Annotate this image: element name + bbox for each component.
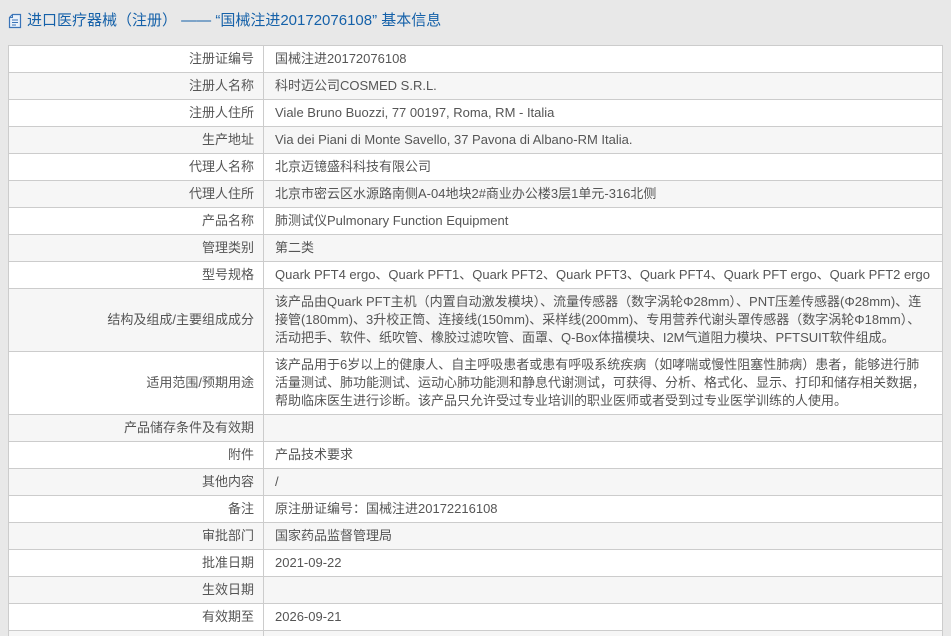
table-row: 注册人住所 Viale Bruno Buozzi, 77 00197, Roma… (9, 100, 943, 127)
row-value: 北京迈镱盛科科技有限公司 (264, 154, 943, 181)
row-label: 结构及组成/主要组成成分 (9, 289, 264, 352)
row-label: 注册人名称 (9, 73, 264, 100)
table-row: 适用范围/预期用途 该产品用于6岁以上的健康人、自主呼吸患者或患有呼吸系统疾病（… (9, 352, 943, 415)
row-label: 生效日期 (9, 577, 264, 604)
table-row: 有效期至 2026-09-21 (9, 604, 943, 631)
row-value (264, 631, 943, 636)
row-label: 适用范围/预期用途 (9, 352, 264, 415)
table-row: 代理人名称 北京迈镱盛科科技有限公司 (9, 154, 943, 181)
registration-info-table-container: 注册证编号 国械注进20172076108 注册人名称 科时迈公司COSMED … (8, 45, 943, 636)
row-value: 科时迈公司COSMED S.R.L. (264, 73, 943, 100)
table-row: 批准日期 2021-09-22 (9, 550, 943, 577)
registration-info-table: 注册证编号 国械注进20172076108 注册人名称 科时迈公司COSMED … (8, 45, 943, 636)
table-row: 产品名称 肺测试仪Pulmonary Function Equipment (9, 208, 943, 235)
table-row: 注册人名称 科时迈公司COSMED S.R.L. (9, 73, 943, 100)
row-label: 注册人住所 (9, 100, 264, 127)
row-value: 该产品用于6岁以上的健康人、自主呼吸患者或患有呼吸系统疾病（如哮喘或慢性阻塞性肺… (264, 352, 943, 415)
row-value: 国家药品监督管理局 (264, 523, 943, 550)
row-value (264, 577, 943, 604)
row-value (264, 415, 943, 442)
table-row: 注册证编号 国械注进20172076108 (9, 46, 943, 73)
row-label: 其他内容 (9, 469, 264, 496)
table-row: 产品储存条件及有效期 (9, 415, 943, 442)
table-row: 管理类别 第二类 (9, 235, 943, 262)
row-value: Via dei Piani di Monte Savello, 37 Pavon… (264, 127, 943, 154)
row-value: 第二类 (264, 235, 943, 262)
table-row: 其他内容 / (9, 469, 943, 496)
row-value: 该产品由Quark PFT主机（内置自动激发模块）、流量传感器（数字涡轮Φ28m… (264, 289, 943, 352)
row-label: 有效期至 (9, 604, 264, 631)
table-row: 生效日期 (9, 577, 943, 604)
row-value: 产品技术要求 (264, 442, 943, 469)
document-icon (8, 13, 22, 29)
row-label: 审批部门 (9, 523, 264, 550)
page-title-text: 进口医疗器械（注册） —— “国械注进20172076108” 基本信息 (27, 11, 441, 31)
row-label: 生产地址 (9, 127, 264, 154)
table-row: 生产地址 Via dei Piani di Monte Savello, 37 … (9, 127, 943, 154)
table-row: 型号规格 Quark PFT4 ergo、Quark PFT1、Quark PF… (9, 262, 943, 289)
row-label (9, 631, 264, 636)
row-label: 型号规格 (9, 262, 264, 289)
row-value: / (264, 469, 943, 496)
row-value: 国械注进20172076108 (264, 46, 943, 73)
row-label: 备注 (9, 496, 264, 523)
row-label: 注册证编号 (9, 46, 264, 73)
page-header: 进口医疗器械（注册） —— “国械注进20172076108” 基本信息 (0, 0, 951, 37)
row-label: 产品储存条件及有效期 (9, 415, 264, 442)
table-row: 备注 原注册证编号：国械注进20172216108 (9, 496, 943, 523)
row-value: Quark PFT4 ergo、Quark PFT1、Quark PFT2、Qu… (264, 262, 943, 289)
table-row: 代理人住所 北京市密云区水源路南侧A-04地块2#商业办公楼3层1单元-316北… (9, 181, 943, 208)
row-label: 附件 (9, 442, 264, 469)
row-label: 代理人住所 (9, 181, 264, 208)
row-label: 代理人名称 (9, 154, 264, 181)
page-title: 进口医疗器械（注册） —— “国械注进20172076108” 基本信息 (8, 11, 943, 31)
row-value: 北京市密云区水源路南侧A-04地块2#商业办公楼3层1单元-316北侧 (264, 181, 943, 208)
row-value: 2026-09-21 (264, 604, 943, 631)
row-value: 肺测试仪Pulmonary Function Equipment (264, 208, 943, 235)
table-row: 附件 产品技术要求 (9, 442, 943, 469)
row-value: 2021-09-22 (264, 550, 943, 577)
row-label: 批准日期 (9, 550, 264, 577)
row-label: 产品名称 (9, 208, 264, 235)
table-row: 审批部门 国家药品监督管理局 (9, 523, 943, 550)
row-value: 原注册证编号：国械注进20172216108 (264, 496, 943, 523)
row-label: 管理类别 (9, 235, 264, 262)
table-row: 结构及组成/主要组成成分 该产品由Quark PFT主机（内置自动激发模块）、流… (9, 289, 943, 352)
row-value: Viale Bruno Buozzi, 77 00197, Roma, RM -… (264, 100, 943, 127)
table-row-partial (9, 631, 943, 636)
